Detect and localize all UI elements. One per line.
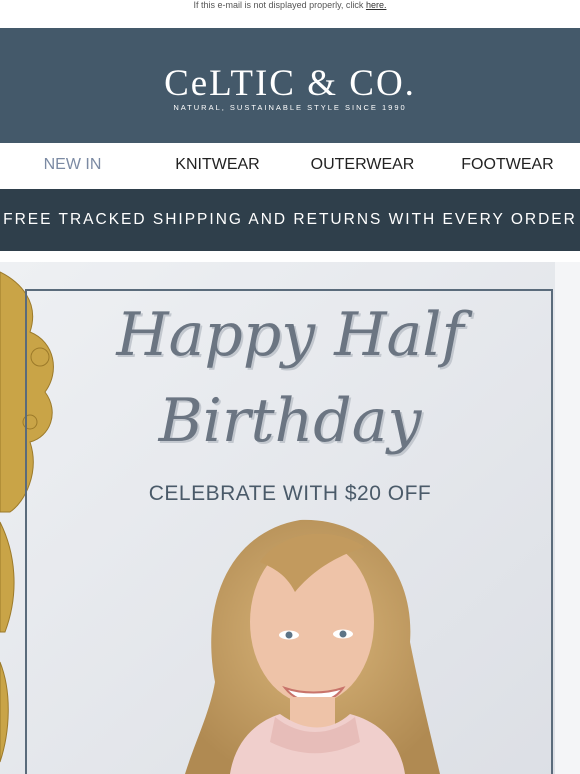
preheader-text: If this e-mail is not displayed properly… (193, 0, 366, 10)
brand-logo[interactable]: CeLTIC & CO. (0, 62, 580, 105)
nav-outerwear[interactable]: OUTERWEAR (290, 143, 435, 189)
brand-tagline: NATURAL, SUSTAINABLE STYLE SINCE 1990 (173, 103, 407, 112)
preheader: If this e-mail is not displayed properly… (0, 0, 580, 28)
masthead: CeLTIC & CO. NATURAL, SUSTAINABLE STYLE … (0, 28, 580, 143)
nav-knitwear[interactable]: KNITWEAR (145, 143, 290, 189)
hero-subhead: CELEBRATE WITH $20 OFF (148, 482, 432, 505)
main-nav: NEW IN KNITWEAR OUTERWEAR FOOTWEAR (0, 143, 580, 189)
shipping-banner[interactable]: FREE TRACKED SHIPPING AND RETURNS WITH E… (0, 189, 580, 251)
hero-headline-line1: Happy Half (116, 300, 464, 370)
hero-banner[interactable]: Happy Half Birthday CELEBRATE WITH $20 O… (0, 262, 580, 774)
nav-new-in[interactable]: NEW IN (0, 143, 145, 189)
nav-footwear[interactable]: FOOTWEAR (435, 143, 580, 189)
hero-headline-line2: Birthday (158, 386, 422, 456)
view-online-link[interactable]: here. (366, 0, 387, 10)
